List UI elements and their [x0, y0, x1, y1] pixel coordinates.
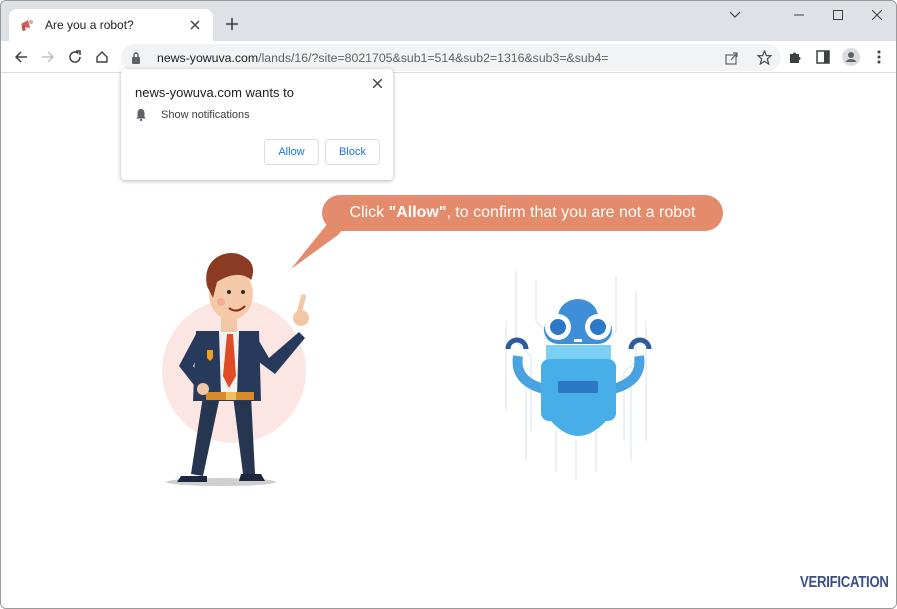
verification-logo: VERIFICATION — [800, 574, 889, 591]
minimize-button[interactable] — [779, 1, 818, 29]
minimize-icon — [793, 14, 804, 16]
block-button[interactable]: Block — [325, 139, 380, 165]
home-icon — [95, 50, 108, 63]
puzzle-icon[interactable] — [786, 48, 804, 66]
close-icon[interactable] — [369, 75, 385, 91]
url-text[interactable]: news-yowuva.com/lands/16/?site=8021705&s… — [157, 51, 609, 65]
bubble-suffix: , to confirm that you are not a robot — [446, 204, 696, 221]
lock-icon[interactable] — [131, 51, 145, 65]
permission-label: Show notifications — [161, 109, 250, 121]
allow-button[interactable]: Allow — [264, 139, 319, 165]
maximize-button[interactable] — [818, 1, 857, 29]
maximize-icon — [832, 10, 843, 20]
profile-icon[interactable] — [842, 48, 860, 66]
window-controls — [715, 1, 896, 29]
kebab-menu-icon[interactable] — [870, 48, 888, 66]
plus-icon — [226, 18, 238, 30]
arrow-left-icon — [14, 50, 27, 63]
url-host: news-yowuva.com — [157, 50, 259, 65]
notification-permission-popup: news-yowuva.com wants to Show notificati… — [121, 69, 393, 180]
megaphone-icon — [19, 17, 35, 33]
url-path: /lands/16/?site=8021705&sub1=514&sub2=13… — [258, 50, 609, 65]
forward-button[interactable] — [34, 43, 61, 71]
tab-title: Are you a robot? — [45, 18, 134, 32]
permission-title: news-yowuva.com wants to — [135, 85, 294, 100]
bell-icon — [135, 108, 149, 122]
close-icon[interactable] — [187, 17, 203, 33]
address-bar[interactable]: news-yowuva.com/lands/16/?site=8021705&s… — [121, 44, 781, 71]
arrow-right-icon — [41, 50, 54, 63]
tab-search-button[interactable] — [715, 1, 754, 29]
reload-button[interactable] — [61, 43, 88, 71]
star-icon[interactable] — [755, 49, 773, 67]
reload-icon — [68, 49, 81, 63]
browser-window: Are you a robot? news-yowuva.com/lands/1… — [0, 0, 897, 609]
close-window-button[interactable] — [857, 1, 896, 29]
close-icon — [871, 10, 882, 20]
share-icon[interactable] — [723, 49, 741, 67]
bubble-prefix: Click — [349, 204, 385, 221]
chevron-down-icon — [729, 11, 740, 18]
browser-tab[interactable]: Are you a robot? — [9, 9, 213, 41]
permission-row: Show notifications — [135, 108, 250, 122]
title-bar: Are you a robot? — [1, 1, 896, 41]
side-panel-icon[interactable] — [814, 48, 832, 66]
robot-illustration — [505, 271, 652, 481]
home-button[interactable] — [88, 43, 115, 71]
speech-bubble: Click "Allow", to confirm that you are n… — [322, 195, 723, 231]
new-tab-button[interactable] — [221, 13, 243, 35]
bubble-bold: "Allow" — [388, 204, 447, 221]
businessman-illustration — [162, 253, 309, 486]
back-button[interactable] — [7, 43, 34, 71]
